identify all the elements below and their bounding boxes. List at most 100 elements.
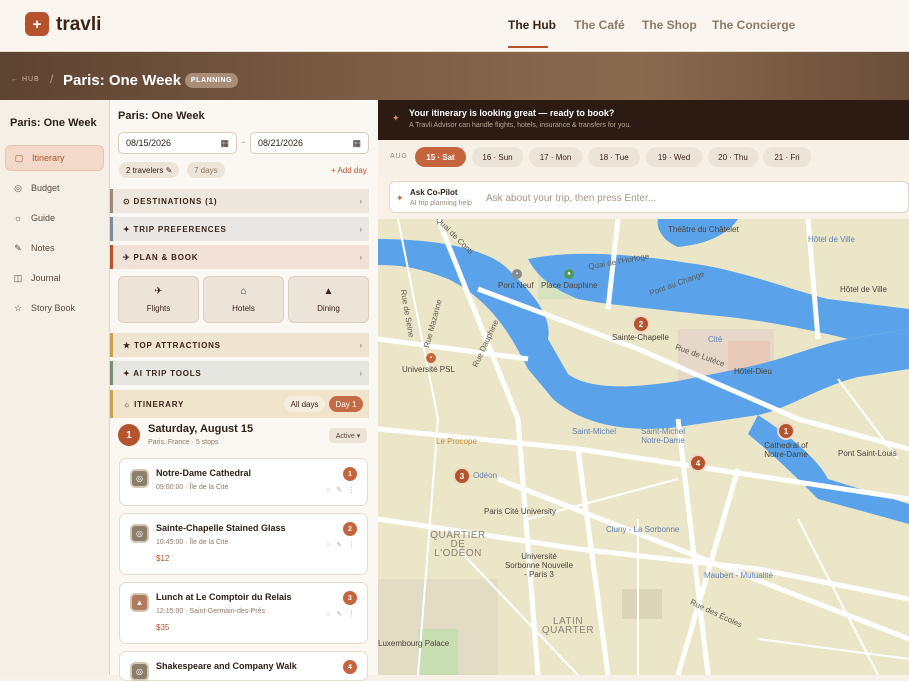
map-label: Université Sorbonne Nouvelle - Paris 3 <box>504 552 574 579</box>
brand-name[interactable]: travli <box>56 14 101 36</box>
breadcrumb-hub-link[interactable]: ← HUB <box>11 76 40 83</box>
breadcrumb-separator: / <box>50 72 54 86</box>
star-icon: ☆ <box>13 302 23 313</box>
map-label: Université PSL <box>402 365 455 374</box>
stop-card[interactable]: ◎ Shakespeare and Company Walk 4 <box>119 651 368 681</box>
calendar-icon[interactable]: ▦ <box>352 138 361 149</box>
stop-card[interactable]: ◎ Notre-Dame Cathedral 09:00:00 · Île de… <box>119 458 368 506</box>
sidebar-item-label: Budget <box>31 183 60 193</box>
stop-price: $35 <box>156 623 170 632</box>
day-chip-21[interactable]: 21 · Fri <box>763 147 811 167</box>
map-label: Sainte-Chapelle <box>612 333 669 342</box>
stop-time: 10:45:00 <box>156 539 184 546</box>
bell-icon: ▲ <box>323 286 334 297</box>
day-chip-15[interactable]: 15 · Sat <box>415 147 466 167</box>
stop-meta: 12:15:00 · Saint-Germain-des-Prés <box>156 608 265 615</box>
calendar-icon[interactable]: ▦ <box>220 138 229 149</box>
school-icon: ▪ <box>426 353 436 363</box>
metro-label: Cluny - La Sorbonne <box>606 525 680 534</box>
sidebar-item-label: Itinerary <box>32 153 65 163</box>
stop-actions[interactable]: ○ ✎ ⋮ <box>326 541 357 549</box>
map-label: Cathedral of Notre-Dame <box>764 441 808 459</box>
stop-actions[interactable]: ○ ✎ ⋮ <box>326 486 357 494</box>
start-date-field[interactable]: 08/15/2026 ▦ <box>118 132 237 154</box>
dining-button[interactable]: ▲ Dining <box>288 276 369 323</box>
day-subtitle: Paris, France · 5 stops <box>148 439 219 446</box>
stop-card[interactable]: ▲ Lunch at Le Comptoir du Relais 12:15:0… <box>119 582 368 644</box>
landmark-icon: ◎ <box>130 469 149 488</box>
month-label: AUG <box>390 153 408 160</box>
section-plan-book[interactable]: ✈ PLAN & BOOK › <box>110 245 369 269</box>
park-icon: ● <box>564 269 574 279</box>
day-1-toggle[interactable]: Day 1 <box>329 396 363 412</box>
map-label: Place Dauphine <box>541 281 598 290</box>
nav-the-hub[interactable]: The Hub <box>508 18 556 32</box>
nav-active-indicator <box>508 46 548 48</box>
page-title: Paris: One Week <box>63 72 182 89</box>
promo-subtitle: A Travli Advisor can handle flights, hot… <box>409 122 632 129</box>
map-pin[interactable]: 2 <box>632 315 650 333</box>
coin-icon: ◎ <box>14 182 22 193</box>
section-ai-trip-tools[interactable]: ✦ AI TRIP TOOLS › <box>110 361 369 385</box>
map-canvas <box>378 219 909 675</box>
map-pin[interactable]: 4 <box>689 454 707 472</box>
landmark-icon: ◎ <box>130 662 149 681</box>
sidebar-item-label: Guide <box>31 213 56 223</box>
section-top-attractions[interactable]: ★ TOP ATTRACTIONS › <box>110 333 369 357</box>
metro-label: Maubert - Mutualité <box>704 571 773 580</box>
sidebar-item-notes[interactable]: ✎ Notes <box>5 235 104 261</box>
travli-logo-icon[interactable]: + <box>25 12 49 36</box>
metro-label: Hôtel de Ville <box>808 235 855 244</box>
day-chip-19[interactable]: 19 · Wed <box>646 147 702 167</box>
calendar-icon: ▢ <box>14 152 24 163</box>
map-view[interactable]: Quai de Conti ▪ Pont Neuf ● Place Dauphi… <box>378 219 909 675</box>
map-label: Hôtel-Dieu <box>734 367 772 376</box>
day-status-dropdown[interactable]: Active ▾ <box>329 428 367 443</box>
sparkle-icon: ✦ <box>392 113 400 123</box>
sidebar-item-itinerary[interactable]: ▢ Itinerary <box>5 145 104 171</box>
end-date-value: 08/21/2026 <box>258 138 304 148</box>
day-chip-18[interactable]: 18 · Tue <box>588 147 640 167</box>
copilot-input[interactable]: Ask about your trip, then press Enter... <box>486 193 656 204</box>
section-destinations[interactable]: ⊙ DESTINATIONS (1) › <box>110 189 369 213</box>
duration-pill: 7 days <box>187 162 225 178</box>
end-date-field[interactable]: 08/21/2026 ▦ <box>250 132 369 154</box>
district-label: LATIN QUARTER <box>541 616 595 636</box>
booking-promo-banner[interactable] <box>378 100 909 140</box>
stop-card[interactable]: ◎ Sainte-Chapelle Stained Glass 10:45:00… <box>119 513 368 575</box>
section-trip-preferences[interactable]: ✦ TRIP PREFERENCES › <box>110 217 369 241</box>
add-day-button[interactable]: + Add day <box>331 166 367 175</box>
nav-the-shop[interactable]: The Shop <box>642 18 697 32</box>
sidebar-item-journal[interactable]: ◫ Journal <box>5 265 104 291</box>
chevron-down-icon: › <box>359 252 363 262</box>
compass-icon: ☼ <box>13 213 23 223</box>
day-chip-20[interactable]: 20 · Thu <box>708 147 758 167</box>
map-pin[interactable]: 3 <box>453 467 471 485</box>
metro-label: Saint-Michel <box>572 427 617 436</box>
all-days-toggle[interactable]: All days <box>284 396 325 412</box>
stop-order-badge: 1 <box>343 467 357 481</box>
status-badge: PLANNING <box>185 73 238 88</box>
section-label: ★ TOP ATTRACTIONS <box>123 340 221 350</box>
day-chip-17[interactable]: 17 · Mon <box>529 147 582 167</box>
flights-button[interactable]: ✈ Flights <box>118 276 199 323</box>
map-label: Théâtre du Châtelet <box>668 225 739 234</box>
sidebar-item-story-book[interactable]: ☆ Story Book <box>5 295 104 321</box>
nav-the-concierge[interactable]: The Concierge <box>712 18 795 32</box>
book-icon: ◫ <box>13 272 23 283</box>
stop-meta: 09:00:00 · Île de la Cité <box>156 484 229 491</box>
travelers-pill[interactable]: 2 travelers ✎ <box>119 162 180 178</box>
hotels-button[interactable]: ⌂ Hotels <box>203 276 284 323</box>
day-chip-16[interactable]: 16 · Sun <box>472 147 523 167</box>
map-label: Pont Saint-Louis <box>838 449 897 458</box>
sidebar-item-budget[interactable]: ◎ Budget <box>5 175 104 201</box>
stop-order-badge: 4 <box>343 660 357 674</box>
metro-label: Odéon <box>473 471 498 480</box>
map-pin[interactable]: 1 <box>777 422 795 440</box>
date-separator: - <box>242 137 245 147</box>
sidebar-item-guide[interactable]: ☼ Guide <box>5 205 104 231</box>
nav-the-cafe[interactable]: The Café <box>574 18 625 32</box>
stop-actions[interactable]: ○ ✎ ⋮ <box>326 610 357 618</box>
metro-icon: ▪ <box>512 269 522 279</box>
promo-title: Your itinerary is looking great — ready … <box>409 108 615 118</box>
